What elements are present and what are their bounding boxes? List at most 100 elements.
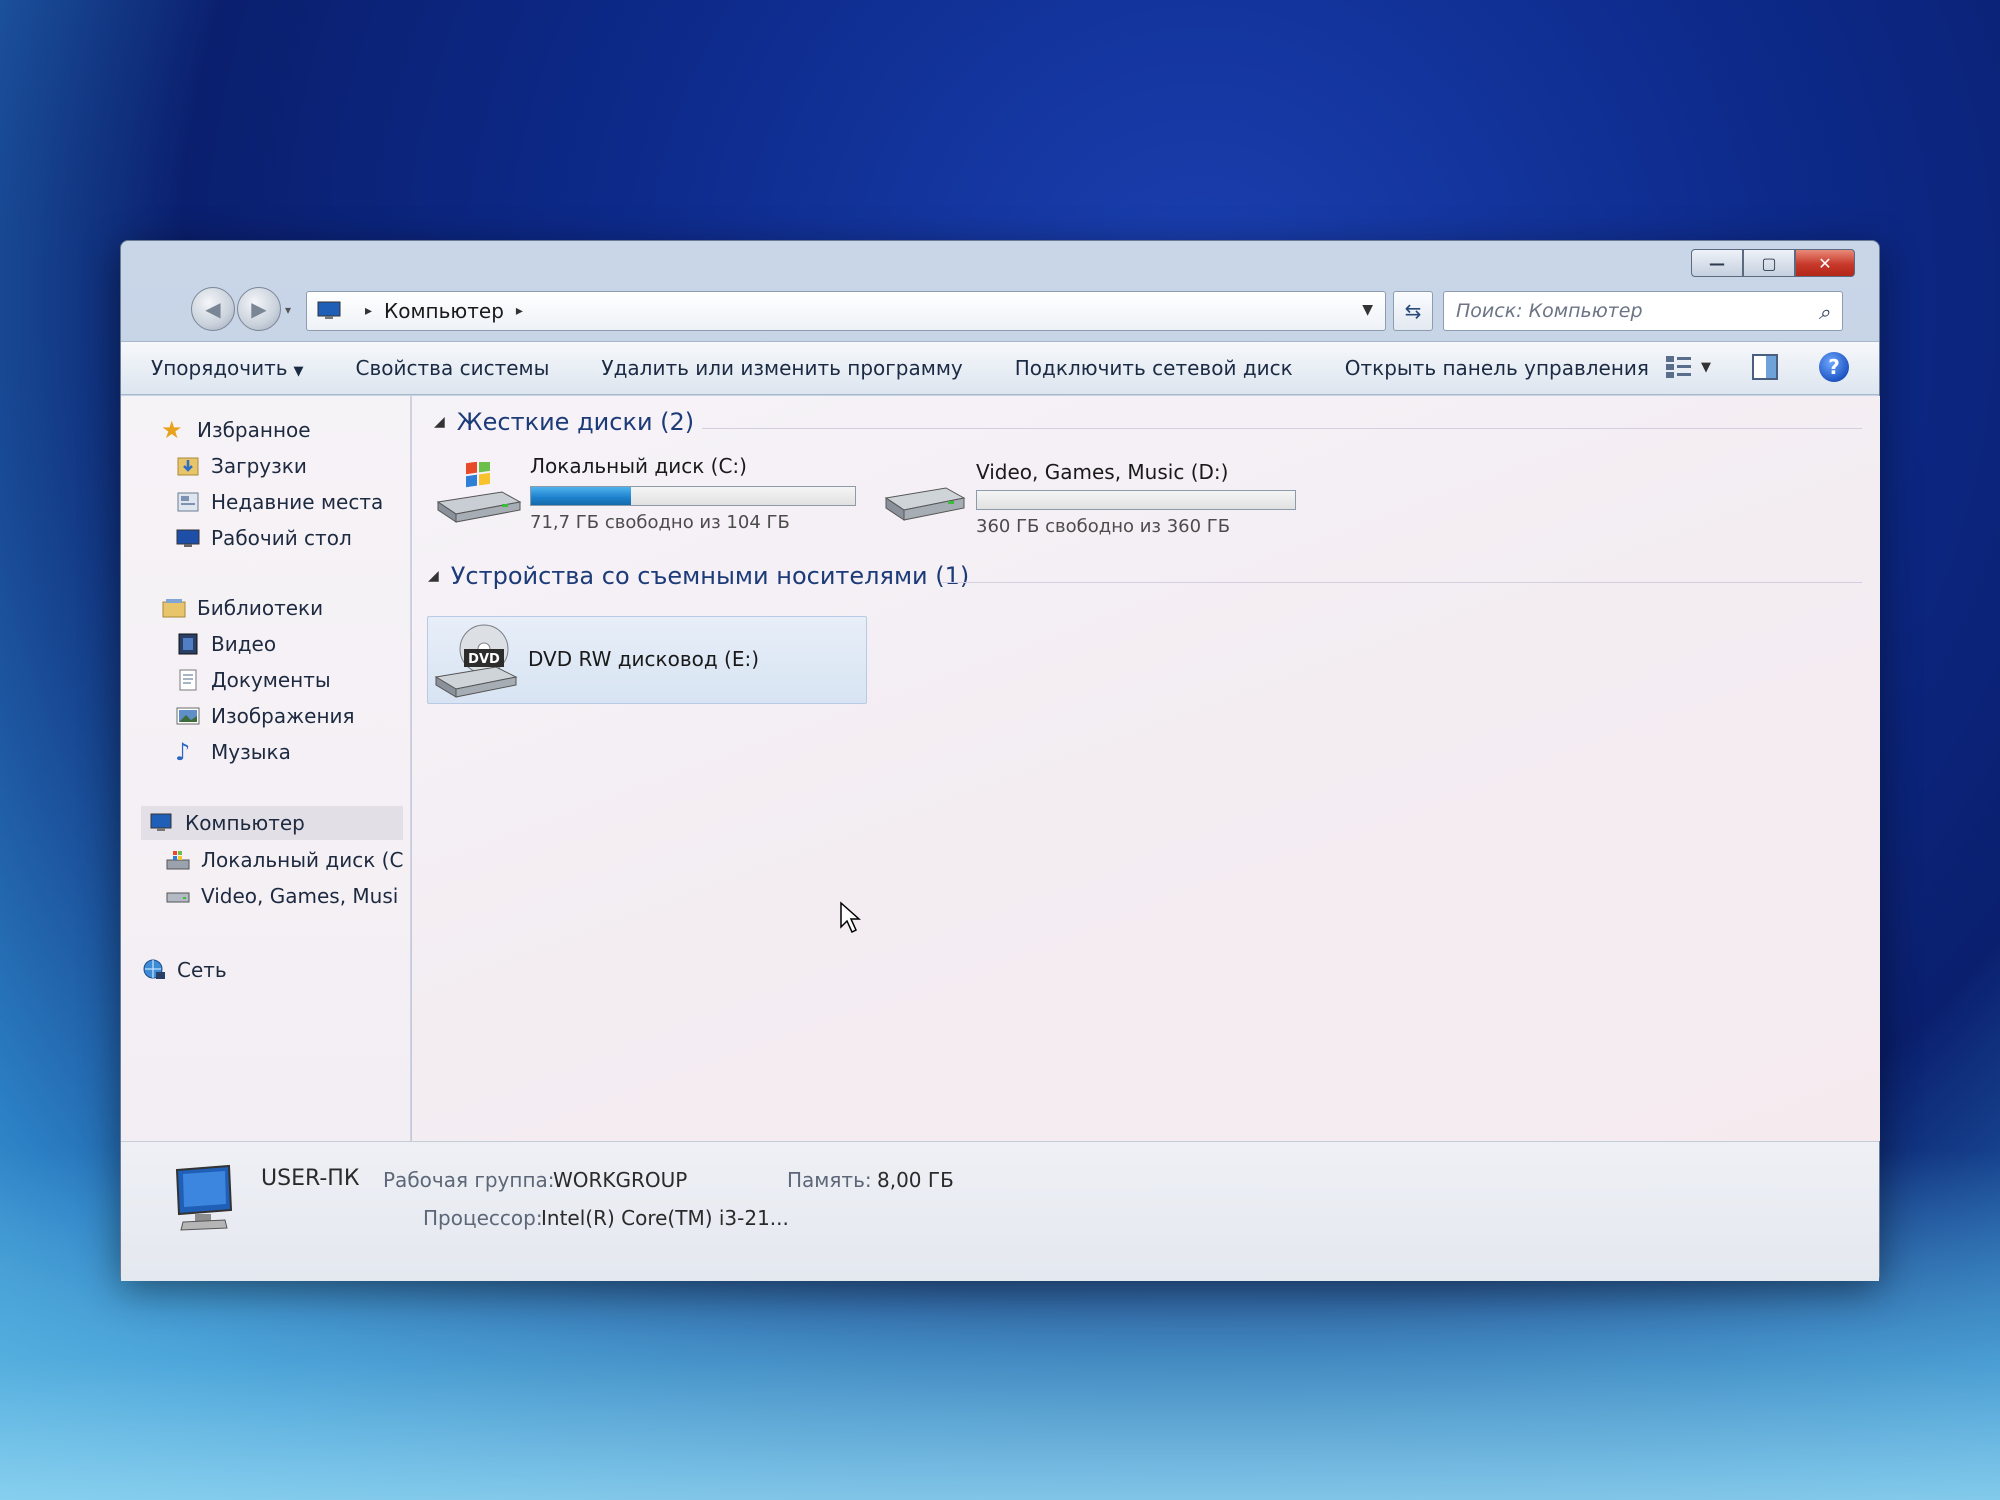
address-bar[interactable]: ▸ Компьютер ▸ ▼ (306, 291, 1386, 331)
drive-name: Video, Games, Music (D:) (976, 460, 1229, 484)
group-header-removable[interactable]: ◢ Устройства со съемными носителями (1) (428, 562, 969, 590)
sidebar-item-label: Избранное (197, 418, 311, 442)
memory-value: 8,00 ГБ (877, 1168, 954, 1192)
drive-usage-bar (530, 486, 856, 506)
computer-name: USER-ПК (261, 1166, 360, 1191)
content-pane: ◢ Жесткие диски (2) Локальный диск (C:) … (412, 396, 1880, 1141)
sidebar-item-drive-c[interactable]: Локальный диск (C (165, 848, 403, 872)
group-header-label: Жесткие диски (2) (456, 408, 695, 436)
minimize-button[interactable]: — (1691, 249, 1743, 277)
view-options-icon[interactable] (1665, 354, 1693, 380)
drive-free-space: 360 ГБ свободно из 360 ГБ (976, 516, 1231, 537)
group-header-label: Устройства со съемными носителями (1) (450, 562, 970, 590)
map-network-drive-button[interactable]: Подключить сетевой диск (1015, 356, 1293, 380)
desktop-icon (176, 529, 200, 547)
forward-button[interactable]: ▶ (237, 287, 281, 331)
sidebar-item-label: Документы (211, 668, 331, 692)
downloads-folder-icon (177, 457, 199, 476)
breadcrumb-computer[interactable]: Компьютер (384, 299, 504, 323)
sidebar-item-desktop[interactable]: Рабочий стол (175, 526, 352, 550)
command-bar: Упорядочить ▼ Свойства системы Удалить ил… (121, 341, 1879, 395)
title-bar: ◀ ▶ ▾ ▸ Компьютер ▸ ▼ ⇆ Поиск: Компьютер… (121, 241, 1879, 341)
drive-tile-e[interactable]: DVD DVD RW дисковод (E:) (427, 616, 867, 704)
sidebar-item-video[interactable]: Видео (175, 632, 276, 656)
navigation-pane: ★ Избранное Загрузки Недавние места Рабо… (121, 396, 411, 1141)
computer-icon (317, 301, 341, 319)
drive-free-space: 71,7 ГБ свободно из 104 ГБ (530, 512, 790, 533)
group-divider (942, 582, 1862, 583)
workgroup-value: WORKGROUP (553, 1168, 688, 1192)
view-dropdown-icon[interactable]: ▼ (1701, 360, 1711, 375)
collapse-triangle-icon[interactable]: ◢ (434, 414, 445, 430)
arrow-left-icon: ◀ (205, 297, 221, 321)
sidebar-item-label: Библиотеки (197, 596, 324, 620)
recent-places-icon (177, 492, 199, 512)
recent-pages-dropdown[interactable]: ▾ (285, 303, 291, 317)
window-controls: — ▢ ✕ (1691, 249, 1855, 277)
chevron-down-icon: ▼ (293, 364, 304, 379)
group-divider (702, 428, 1862, 429)
sidebar-item-label: Рабочий стол (211, 526, 352, 550)
maximize-button[interactable]: ▢ (1743, 249, 1795, 277)
search-placeholder: Поиск: Компьютер (1456, 300, 1643, 322)
computer-icon (175, 1164, 233, 1231)
sidebar-item-label: Video, Games, Musi (201, 884, 399, 908)
dvd-badge: DVD (468, 652, 500, 667)
preview-pane-icon[interactable] (1751, 353, 1779, 381)
mouse-cursor-icon (840, 901, 861, 934)
organize-label: Упорядочить (151, 356, 288, 380)
system-drive-icon (166, 851, 190, 870)
drive-tile-d[interactable]: Video, Games, Music (D:) 360 ГБ свободно… (882, 454, 1322, 544)
sidebar-item-network[interactable]: Сеть (141, 958, 227, 982)
video-icon (178, 633, 198, 655)
view-controls: ▼ ? (1665, 352, 1849, 382)
drive-name: Локальный диск (C:) (530, 454, 747, 478)
sidebar-item-music[interactable]: ♪ Музыка (175, 740, 291, 764)
refresh-button[interactable]: ⇆ (1393, 291, 1433, 331)
memory-label: Память: (787, 1168, 872, 1192)
details-pane: USER-ПК Рабочая группа: WORKGROUP Память… (121, 1141, 1879, 1281)
explorer-window: ◀ ▶ ▾ ▸ Компьютер ▸ ▼ ⇆ Поиск: Компьютер… (120, 240, 1880, 1281)
open-control-panel-button[interactable]: Открыть панель управления (1345, 356, 1649, 380)
collapse-triangle-icon[interactable]: ◢ (428, 568, 439, 584)
drive-tile-c[interactable]: Локальный диск (C:) 71,7 ГБ свободно из … (432, 446, 872, 536)
sidebar-item-label: Локальный диск (C (201, 848, 404, 872)
refresh-icon: ⇆ (1404, 299, 1422, 323)
close-button[interactable]: ✕ (1795, 249, 1855, 277)
sidebar-item-pictures[interactable]: Изображения (175, 704, 355, 728)
system-drive-icon (436, 462, 522, 523)
search-icon[interactable]: ⌕ (1819, 300, 1830, 324)
sidebar-item-label: Изображения (211, 704, 355, 728)
sidebar-item-recent-places[interactable]: Недавние места (175, 490, 383, 514)
sidebar-item-label: Видео (211, 632, 277, 656)
sidebar-item-drive-d[interactable]: Video, Games, Musi (165, 884, 398, 908)
back-button[interactable]: ◀ (191, 287, 235, 331)
system-properties-button[interactable]: Свойства системы (356, 356, 550, 380)
sidebar-item-downloads[interactable]: Загрузки (175, 454, 307, 478)
sidebar-item-libraries[interactable]: Библиотеки (161, 596, 323, 620)
sidebar-item-favorites[interactable]: ★ Избранное (161, 418, 311, 442)
dvd-drive-icon: DVD (434, 624, 518, 698)
help-icon[interactable]: ? (1819, 352, 1849, 382)
drive-usage-fill (531, 487, 632, 505)
processor-value: Intel(R) Core(TM) i3-21... (541, 1206, 789, 1230)
search-input[interactable]: Поиск: Компьютер ⌕ (1443, 291, 1843, 331)
workgroup-label: Рабочая группа: (383, 1168, 555, 1192)
drive-usage-bar (976, 490, 1296, 510)
address-dropdown-icon[interactable]: ▼ (1362, 302, 1373, 318)
group-header-hard-drives[interactable]: ◢ Жесткие диски (2) (434, 408, 694, 436)
sidebar-item-documents[interactable]: Документы (175, 668, 331, 692)
hard-drive-icon (884, 487, 966, 521)
sidebar-item-label: Загрузки (211, 454, 307, 478)
organize-button[interactable]: Упорядочить ▼ (151, 356, 304, 380)
documents-icon (179, 669, 197, 691)
uninstall-program-button[interactable]: Удалить или изменить программу (601, 356, 962, 380)
drive-name: DVD RW дисковод (E:) (528, 647, 760, 671)
breadcrumb-separator[interactable]: ▸ (516, 303, 523, 319)
breadcrumb-separator[interactable]: ▸ (365, 303, 372, 319)
sidebar-item-computer[interactable]: Компьютер (141, 806, 403, 840)
music-note-icon: ♪ (175, 738, 191, 766)
star-icon: ★ (161, 416, 183, 444)
hard-drive-icon (166, 892, 190, 903)
sidebar-item-label: Недавние места (211, 490, 384, 514)
